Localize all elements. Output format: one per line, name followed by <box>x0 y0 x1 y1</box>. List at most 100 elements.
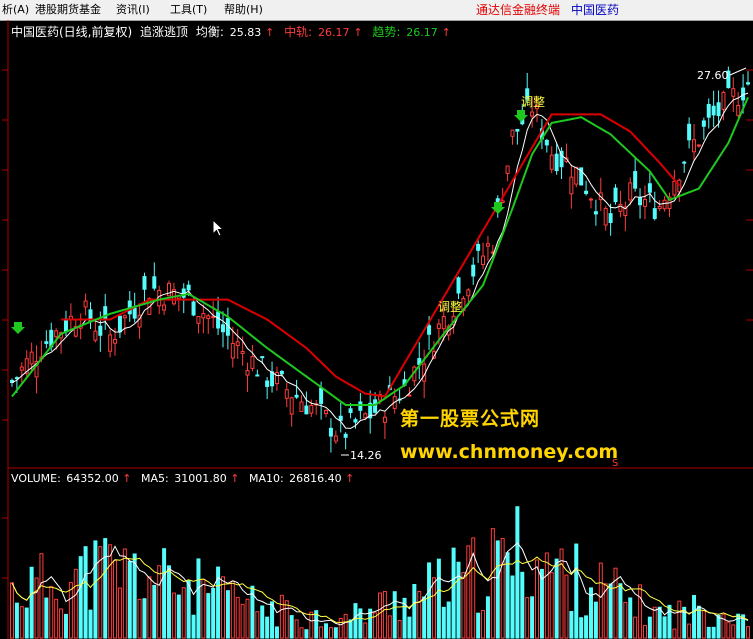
volume-bar <box>260 605 265 639</box>
volume-bar <box>574 543 579 639</box>
volume-bar <box>10 582 14 639</box>
menu-analysis[interactable]: 析(A) <box>2 3 29 17</box>
stock-title: 中国医药(日线,前复权) <box>11 24 132 39</box>
candle <box>343 432 348 450</box>
candle <box>554 143 559 175</box>
volume-bar <box>716 615 721 639</box>
volume-bar <box>176 594 181 639</box>
candle <box>171 282 176 306</box>
trend-line <box>11 96 749 406</box>
volume-bar <box>530 596 535 639</box>
volume-bar <box>279 594 284 639</box>
volume-bar <box>657 606 662 639</box>
candle <box>706 98 711 129</box>
candle <box>647 172 652 203</box>
candle <box>103 293 108 330</box>
adjust-annotation-2: 调整 <box>521 94 545 109</box>
trend-arrow-icon: ↑ <box>442 26 451 39</box>
volume-bar <box>152 584 157 639</box>
volume-bar <box>181 587 186 639</box>
volume-bar <box>147 576 152 639</box>
volume-bar <box>535 559 540 639</box>
volume-bar <box>412 584 417 639</box>
buy-arrow-icon <box>514 110 528 122</box>
candle <box>245 362 250 393</box>
volume-bar <box>39 553 44 639</box>
volume-bar <box>510 575 515 639</box>
candle <box>328 418 333 453</box>
candle <box>304 391 309 415</box>
volume-bar <box>569 611 574 639</box>
volume-bar <box>485 596 490 639</box>
candlestick-series <box>10 66 750 453</box>
balance-label: 均衡: <box>196 25 224 39</box>
volume-bar <box>63 613 68 639</box>
volume-bar <box>14 602 19 639</box>
volume-bar <box>132 553 137 639</box>
candle <box>196 316 201 334</box>
volume-bar <box>363 622 368 639</box>
volume-bar <box>687 623 692 639</box>
candle <box>108 329 113 358</box>
candle <box>270 361 275 393</box>
volume-bar <box>701 610 706 639</box>
volume-bar <box>73 568 78 639</box>
candle <box>176 294 181 312</box>
candle <box>588 197 593 209</box>
volume-bar <box>559 548 564 639</box>
candle <box>265 377 270 400</box>
volume-bar <box>623 601 628 639</box>
volume-bar <box>103 538 108 639</box>
volume-header: VOLUME: 64352.00 ↑ MA5: 31001.80 ↑ MA10:… <box>11 472 354 485</box>
balance-arrow-icon: ↑ <box>265 26 274 39</box>
menu-news[interactable]: 资讯(I) <box>116 3 150 17</box>
volume-bar <box>476 612 481 639</box>
ma10-label: MA10: <box>249 472 284 485</box>
volume-bar <box>284 600 289 639</box>
menu-hk-futures-funds[interactable]: 港股期货基金 <box>35 3 101 17</box>
volume-bar <box>206 593 211 639</box>
candle <box>122 314 127 335</box>
volume-bar <box>515 506 520 639</box>
candle <box>628 177 633 206</box>
volume-bar <box>638 584 643 639</box>
candle <box>127 291 132 322</box>
candle <box>83 293 88 316</box>
candle <box>225 307 230 350</box>
menu-tools[interactable]: 工具(T) <box>170 3 207 17</box>
volume-bar <box>299 627 304 639</box>
candle <box>255 369 260 377</box>
volume-bar <box>642 624 647 639</box>
candle <box>10 378 14 387</box>
stock-chart[interactable]: 中国医药(日线,前复权) 追涨逃顶 均衡: 25.83 ↑ 中轨: 26.17 … <box>0 20 753 639</box>
volume-bar <box>436 558 441 639</box>
volume-bar <box>88 609 93 639</box>
volume-bar <box>417 591 422 639</box>
menu-help[interactable]: 帮助(H) <box>224 3 263 17</box>
volume-bar <box>24 607 29 639</box>
volume-bar <box>584 615 589 639</box>
volume-bar <box>446 601 451 639</box>
volume-bar <box>117 587 122 639</box>
volume-bar <box>598 562 603 639</box>
volume-bar <box>490 528 495 639</box>
current-stock-name: 中国医药 <box>571 3 620 17</box>
candle <box>93 318 98 343</box>
volume-bar <box>309 611 314 639</box>
high-price-label: 27.60 <box>697 69 729 82</box>
candle <box>206 313 211 334</box>
candle <box>471 257 476 285</box>
candle <box>216 296 221 336</box>
volume-bar <box>59 608 64 639</box>
volume-bar <box>608 583 613 639</box>
ma10-line <box>11 556 749 624</box>
brand-title: 通达信金融终端 <box>476 3 561 17</box>
trend-label: 趋势: <box>372 25 400 39</box>
volume-bar <box>54 598 59 639</box>
ma5-value: 31001.80 <box>174 472 227 485</box>
candle <box>353 417 358 429</box>
candle <box>294 379 299 399</box>
volume-bar <box>270 601 275 639</box>
volume-bar <box>49 586 54 639</box>
candle <box>299 395 304 412</box>
